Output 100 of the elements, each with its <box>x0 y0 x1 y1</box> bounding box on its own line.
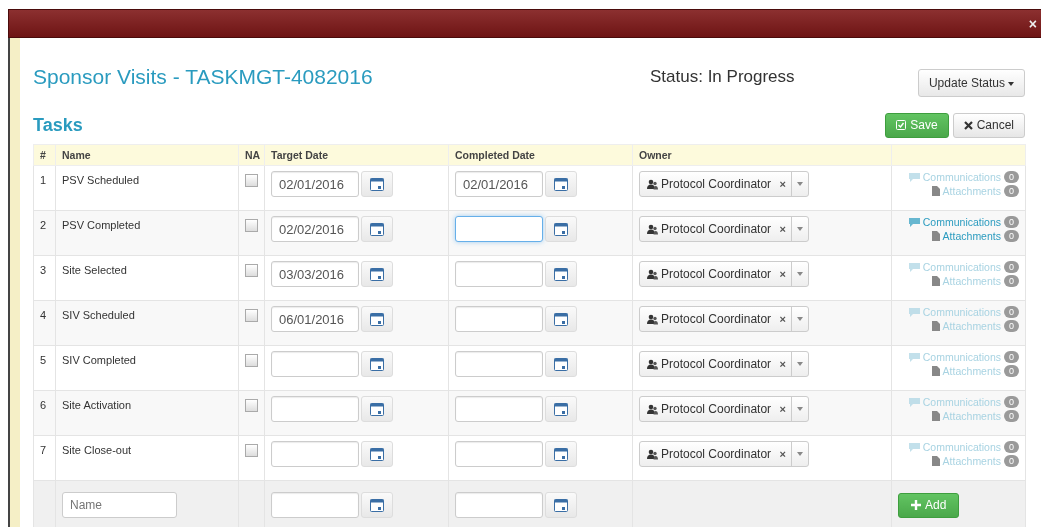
plus-icon <box>911 500 921 510</box>
task-name: SIV Completed <box>62 354 136 366</box>
calendar-icon <box>554 357 568 371</box>
file-icon <box>931 186 940 196</box>
calendar-button[interactable] <box>361 261 393 287</box>
calendar-button[interactable] <box>361 171 393 197</box>
owner-select[interactable]: Protocol Coordinator × <box>639 171 809 197</box>
remove-button[interactable]: × <box>774 448 791 460</box>
file-icon <box>931 366 940 376</box>
calendar-button[interactable] <box>361 216 393 242</box>
caret-icon <box>797 272 803 276</box>
owner-select[interactable]: Protocol Coordinator × <box>639 261 809 287</box>
remove-button[interactable]: × <box>774 223 791 235</box>
date-field[interactable] <box>455 261 543 287</box>
calendar-icon <box>554 447 568 461</box>
caret-icon <box>797 317 803 321</box>
cancel-button[interactable]: Cancel <box>952 112 1025 138</box>
update-status-button[interactable]: Update Status <box>917 69 1025 97</box>
date-field[interactable] <box>455 441 543 467</box>
file-icon <box>931 321 940 331</box>
calendar-button[interactable] <box>361 441 393 467</box>
calendar-button[interactable] <box>545 306 577 332</box>
date-field[interactable]: 03/03/2016 <box>271 261 359 287</box>
column-header: Completed Date <box>448 144 633 166</box>
chat-icon <box>908 397 920 407</box>
task-name: Site Selected <box>62 264 127 276</box>
owner-select[interactable]: Protocol Coordinator × <box>639 396 809 422</box>
remove-button[interactable]: × <box>774 268 791 280</box>
calendar-icon <box>370 312 384 326</box>
file-icon <box>931 276 940 286</box>
remove-button[interactable]: × <box>774 313 791 325</box>
calendar-button[interactable] <box>545 261 577 287</box>
calendar-button[interactable] <box>361 306 393 332</box>
remove-button[interactable]: × <box>774 178 791 190</box>
chat-icon <box>908 352 920 362</box>
date-field[interactable] <box>455 216 543 242</box>
file-icon <box>931 231 940 241</box>
date-field[interactable] <box>271 396 359 422</box>
date-field[interactable]: 02/02/2016 <box>271 216 359 242</box>
count-badge: 0 <box>1004 185 1019 197</box>
count-badge: 0 <box>1004 306 1019 318</box>
row-number: 3 <box>40 264 47 276</box>
count-badge: 0 <box>1004 261 1019 273</box>
calendar-icon <box>554 498 568 512</box>
owner-select[interactable]: Protocol Coordinator × <box>639 351 809 377</box>
date-field[interactable]: 02/01/2016 <box>271 171 359 197</box>
column-header: # <box>33 144 56 166</box>
task-name: SIV Scheduled <box>62 309 135 321</box>
na-checkbox[interactable] <box>245 354 258 367</box>
count-badge: 0 <box>1004 275 1019 287</box>
calendar-button[interactable] <box>545 492 577 518</box>
row-number: 4 <box>40 309 47 321</box>
chat-icon <box>908 217 920 227</box>
column-header: Target Date <box>264 144 449 166</box>
caret-icon <box>797 362 803 366</box>
owner-select[interactable]: Protocol Coordinator × <box>639 441 809 467</box>
calendar-button[interactable] <box>361 492 393 518</box>
file-icon <box>931 456 940 466</box>
calendar-button[interactable] <box>545 351 577 377</box>
column-header: NA <box>238 144 265 166</box>
remove-button[interactable]: × <box>774 358 791 370</box>
owner-select[interactable]: Protocol Coordinator × <box>639 216 809 242</box>
date-field[interactable] <box>271 492 359 518</box>
calendar-button[interactable] <box>545 396 577 422</box>
calendar-button[interactable] <box>545 441 577 467</box>
date-field[interactable]: 06/01/2016 <box>271 306 359 332</box>
users-icon <box>647 223 658 235</box>
close-button[interactable]: × <box>1026 15 1039 32</box>
na-checkbox[interactable] <box>245 399 258 412</box>
date-field[interactable] <box>455 351 543 377</box>
date-field[interactable]: 02/01/2016 <box>455 171 543 197</box>
users-icon <box>647 403 658 415</box>
na-checkbox[interactable] <box>245 309 258 322</box>
dialog-title: Sponsor Visits - TASKMGT-4082016 <box>33 65 374 89</box>
na-checkbox[interactable] <box>245 219 258 232</box>
na-checkbox[interactable] <box>245 444 258 457</box>
calendar-icon <box>554 222 568 236</box>
date-field[interactable] <box>455 492 543 518</box>
count-badge: 0 <box>1004 351 1019 363</box>
date-field[interactable] <box>271 351 359 377</box>
name-field[interactable]: Name <box>62 492 177 518</box>
date-field[interactable] <box>455 396 543 422</box>
calendar-icon <box>370 177 384 191</box>
count-badge: 0 <box>1004 230 1019 242</box>
na-checkbox[interactable] <box>245 174 258 187</box>
count-badge: 0 <box>1004 171 1019 183</box>
calendar-icon <box>554 177 568 191</box>
calendar-icon <box>554 312 568 326</box>
calendar-button[interactable] <box>545 216 577 242</box>
date-field[interactable] <box>271 441 359 467</box>
section-heading: Tasks <box>33 114 83 136</box>
calendar-button[interactable] <box>545 171 577 197</box>
row-number: 7 <box>40 444 47 456</box>
na-checkbox[interactable] <box>245 264 258 277</box>
calendar-button[interactable] <box>361 396 393 422</box>
remove-button[interactable]: × <box>774 403 791 415</box>
owner-select[interactable]: Protocol Coordinator × <box>639 306 809 332</box>
date-field[interactable] <box>455 306 543 332</box>
calendar-button[interactable] <box>361 351 393 377</box>
close-icon <box>963 120 973 130</box>
